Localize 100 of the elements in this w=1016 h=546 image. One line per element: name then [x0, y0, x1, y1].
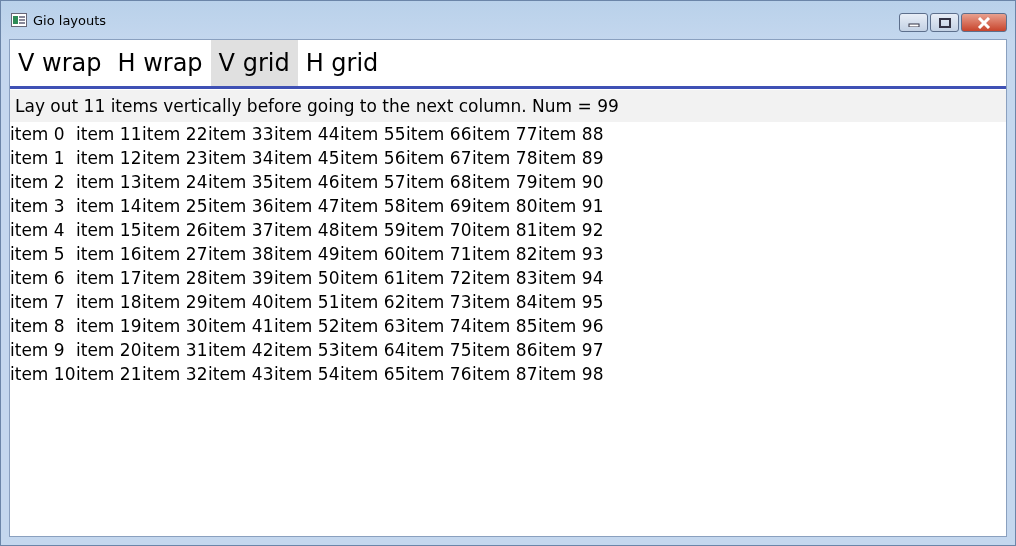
list-item: item 41 — [208, 315, 274, 338]
list-item: item 3 — [10, 195, 66, 218]
list-item: item 50 — [274, 267, 340, 290]
list-item: item 35 — [208, 171, 274, 194]
list-item: item 45 — [274, 147, 340, 170]
list-item: item 71 — [406, 243, 472, 266]
list-item: item 83 — [472, 267, 538, 290]
list-item: item 42 — [208, 339, 274, 362]
list-item: item 96 — [538, 315, 604, 338]
list-item: item 7 — [10, 291, 66, 314]
list-item: item 18 — [76, 291, 142, 314]
list-item: item 26 — [142, 219, 208, 242]
list-item: item 19 — [76, 315, 142, 338]
list-item: item 36 — [208, 195, 274, 218]
list-item: item 73 — [406, 291, 472, 314]
list-item: item 8 — [10, 315, 66, 338]
list-item: item 66 — [406, 123, 472, 146]
list-item: item 33 — [208, 123, 274, 146]
list-item: item 1 — [10, 147, 66, 170]
list-item: item 9 — [10, 339, 66, 362]
list-item: item 5 — [10, 243, 66, 266]
list-item: item 88 — [538, 123, 604, 146]
list-item: item 12 — [76, 147, 142, 170]
list-item: item 32 — [142, 363, 208, 386]
list-item: item 20 — [76, 339, 142, 362]
list-item: item 21 — [76, 363, 142, 386]
list-item: item 84 — [472, 291, 538, 314]
list-item: item 16 — [76, 243, 142, 266]
list-item: item 86 — [472, 339, 538, 362]
list-item: item 91 — [538, 195, 604, 218]
list-item: item 54 — [274, 363, 340, 386]
list-item: item 28 — [142, 267, 208, 290]
list-item: item 2 — [10, 171, 66, 194]
list-item: item 51 — [274, 291, 340, 314]
list-item: item 57 — [340, 171, 406, 194]
list-item: item 29 — [142, 291, 208, 314]
list-item: item 82 — [472, 243, 538, 266]
list-item: item 15 — [76, 219, 142, 242]
list-item: item 85 — [472, 315, 538, 338]
list-item: item 55 — [340, 123, 406, 146]
list-item: item 64 — [340, 339, 406, 362]
list-item: item 75 — [406, 339, 472, 362]
list-item: item 87 — [472, 363, 538, 386]
list-item: item 6 — [10, 267, 66, 290]
minimize-button[interactable] — [899, 13, 928, 32]
close-icon — [977, 16, 991, 29]
list-item: item 62 — [340, 291, 406, 314]
tab[interactable]: H wrap — [109, 40, 211, 86]
list-item: item 90 — [538, 171, 604, 194]
list-item: item 47 — [274, 195, 340, 218]
list-item: item 40 — [208, 291, 274, 314]
list-item: item 79 — [472, 171, 538, 194]
list-item: item 13 — [76, 171, 142, 194]
list-item: item 38 — [208, 243, 274, 266]
list-item: item 30 — [142, 315, 208, 338]
list-item: item 4 — [10, 219, 66, 242]
list-item: item 93 — [538, 243, 604, 266]
list-item: item 11 — [76, 123, 142, 146]
maximize-button[interactable] — [930, 13, 959, 32]
list-item: item 44 — [274, 123, 340, 146]
list-item: item 10 — [10, 363, 76, 386]
list-item: item 59 — [340, 219, 406, 242]
list-item: item 17 — [76, 267, 142, 290]
list-item: item 39 — [208, 267, 274, 290]
list-item: item 25 — [142, 195, 208, 218]
list-item: item 92 — [538, 219, 604, 242]
description-text: Lay out 11 items vertically before going to the next column. Num = 99 — [10, 90, 1006, 122]
tab[interactable]: V wrap — [10, 40, 110, 86]
list-item: item 48 — [274, 219, 340, 242]
list-item: item 22 — [142, 123, 208, 146]
maximize-icon — [938, 17, 951, 28]
close-button[interactable] — [961, 13, 1007, 32]
list-item: item 49 — [274, 243, 340, 266]
list-item: item 27 — [142, 243, 208, 266]
tab[interactable]: H grid — [297, 40, 387, 86]
list-item: item 69 — [406, 195, 472, 218]
list-item: item 24 — [142, 171, 208, 194]
list-item: item 74 — [406, 315, 472, 338]
list-item: item 94 — [538, 267, 604, 290]
list-item: item 77 — [472, 123, 538, 146]
list-item: item 0 — [10, 123, 66, 146]
list-item: item 14 — [76, 195, 142, 218]
list-item: item 81 — [472, 219, 538, 242]
list-item: item 67 — [406, 147, 472, 170]
tab[interactable]: V grid — [210, 40, 298, 86]
list-item: item 52 — [274, 315, 340, 338]
list-item: item 78 — [472, 147, 538, 170]
list-item: item 46 — [274, 171, 340, 194]
list-item: item 53 — [274, 339, 340, 362]
list-item: item 63 — [340, 315, 406, 338]
list-item: item 31 — [142, 339, 208, 362]
list-item: item 61 — [340, 267, 406, 290]
list-item: item 80 — [472, 195, 538, 218]
list-item: item 98 — [538, 363, 604, 386]
list-item: item 76 — [406, 363, 472, 386]
list-item: item 95 — [538, 291, 604, 314]
list-item: item 34 — [208, 147, 274, 170]
list-item: item 97 — [538, 339, 604, 362]
window-title: Gio layouts — [33, 12, 108, 28]
list-item: item 56 — [340, 147, 406, 170]
